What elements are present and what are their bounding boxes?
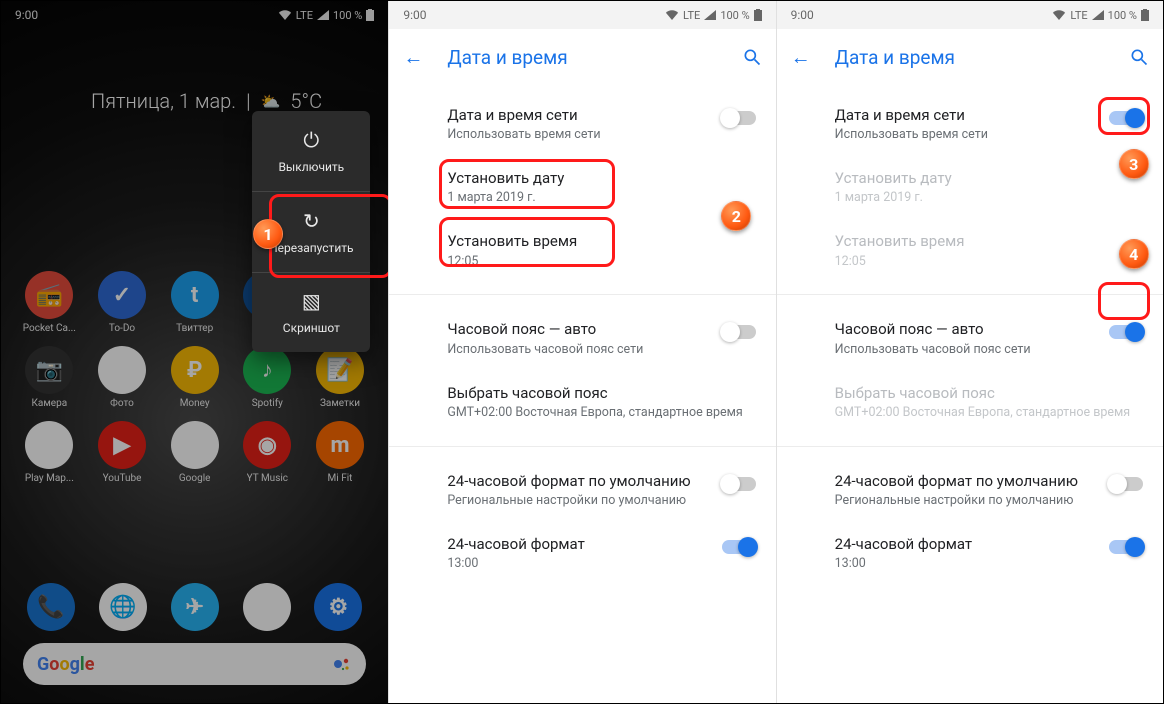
- row-pick-timezone[interactable]: Выбрать часовой пояс GMT+02:00 Восточная …: [389, 371, 775, 434]
- page-title: Дата и время: [447, 46, 717, 69]
- row-subtitle: Использовать часовой пояс сети: [835, 342, 1097, 359]
- badge-1: 1: [253, 219, 283, 249]
- row-title: Выбрать часовой пояс: [447, 383, 743, 403]
- battery-icon: [754, 9, 762, 21]
- signal-icon: [1092, 10, 1104, 20]
- status-bar: 9:00 LTE 100 %: [389, 1, 775, 29]
- screenshot-item[interactable]: ▧ Скриншот: [252, 272, 370, 352]
- battery-label: 100 %: [1108, 9, 1137, 22]
- back-button[interactable]: ←: [403, 45, 423, 70]
- back-button[interactable]: ←: [791, 45, 811, 70]
- page-title: Дата и время: [835, 46, 1105, 69]
- status-time: 9:00: [791, 8, 814, 22]
- signal-icon: [704, 10, 716, 20]
- battery-icon: [1141, 9, 1149, 21]
- row-24h-default[interactable]: 24-часовой формат по умолчанию Региональн…: [777, 459, 1163, 522]
- row-subtitle: GMT+02:00 Восточная Европа, стандартное …: [835, 405, 1131, 422]
- row-title: 24-часовой формат: [447, 534, 709, 554]
- wifi-icon: [665, 10, 679, 20]
- row-set-time[interactable]: Установить время 12:05: [389, 219, 775, 282]
- restart-label: Перезапустить: [269, 241, 353, 255]
- row-subtitle: Региональные настройки по умолчанию: [447, 493, 709, 510]
- power-off-label: Выключить: [278, 160, 344, 174]
- screenshot-label: Скриншот: [283, 321, 340, 335]
- row-24h-format[interactable]: 24-часовой формат 13:00: [777, 522, 1163, 585]
- row-subtitle: 12:05: [447, 254, 743, 271]
- row-title: 24-часовой формат по умолчанию: [447, 471, 709, 491]
- power-off-item[interactable]: ⏻ Выключить: [252, 111, 370, 191]
- row-title: Дата и время сети: [835, 105, 1097, 125]
- switch-24h-default[interactable]: [722, 477, 756, 491]
- row-title: Установить время: [447, 231, 743, 251]
- network-label: LTE: [1070, 9, 1087, 22]
- settings-header: ← Дата и время: [389, 29, 775, 85]
- badge-4: 4: [1119, 239, 1149, 269]
- row-subtitle: Использовать время сети: [447, 127, 709, 144]
- status-bar: 9:00 LTE 100 %: [777, 1, 1163, 29]
- row-subtitle: Использовать время сети: [835, 127, 1097, 144]
- row-title: 24-часовой формат по умолчанию: [835, 471, 1097, 491]
- row-set-date[interactable]: Установить дату 1 марта 2019 г.: [389, 156, 775, 219]
- row-subtitle: 1 марта 2019 г.: [835, 190, 1131, 207]
- row-set-date: Установить дату 1 марта 2019 г.: [777, 156, 1163, 219]
- settings-header: ← Дата и время: [777, 29, 1163, 85]
- switch-timezone-auto[interactable]: [722, 325, 756, 339]
- search-icon[interactable]: [1129, 47, 1149, 67]
- row-title: Установить дату: [447, 168, 743, 188]
- row-subtitle: Использовать часовой пояс сети: [447, 342, 709, 359]
- wifi-icon: [1052, 10, 1066, 20]
- row-title: Установить дату: [835, 168, 1131, 188]
- row-title: Установить время: [835, 231, 1131, 251]
- row-network-time[interactable]: Дата и время сети Использовать время сети: [777, 93, 1163, 156]
- row-pick-timezone: Выбрать часовой пояс GMT+02:00 Восточная …: [777, 371, 1163, 434]
- switch-timezone-auto[interactable]: [1109, 325, 1143, 339]
- row-24h-default[interactable]: 24-часовой формат по умолчанию Региональн…: [389, 459, 775, 522]
- row-title: Выбрать часовой пояс: [835, 383, 1131, 403]
- network-label: LTE: [683, 9, 700, 22]
- search-icon[interactable]: [742, 47, 762, 67]
- switch-24h-default[interactable]: [1109, 477, 1143, 491]
- switch-network-time[interactable]: [1109, 111, 1143, 125]
- restart-icon: ↻: [303, 209, 320, 233]
- phone-settings-before: 9:00 LTE 100 % ← Дата и время Дата и вре…: [388, 1, 775, 703]
- battery-label: 100 %: [720, 9, 749, 22]
- row-24h-format[interactable]: 24-часовой формат 13:00: [389, 522, 775, 585]
- row-subtitle: Региональные настройки по умолчанию: [835, 493, 1097, 510]
- power-icon: ⏻: [303, 128, 319, 152]
- row-subtitle: 13:00: [835, 556, 1097, 573]
- status-time: 9:00: [403, 8, 426, 22]
- row-title: Часовой пояс — авто: [447, 319, 709, 339]
- row-subtitle: 13:00: [447, 556, 709, 573]
- badge-3: 3: [1119, 149, 1149, 179]
- row-title: Часовой пояс — авто: [835, 319, 1097, 339]
- row-timezone-auto[interactable]: Часовой пояс — авто Использовать часовой …: [389, 307, 775, 370]
- row-network-time[interactable]: Дата и время сети Использовать время сети: [389, 93, 775, 156]
- row-timezone-auto[interactable]: Часовой пояс — авто Использовать часовой …: [777, 307, 1163, 370]
- dim-overlay: [1, 1, 388, 703]
- row-subtitle: GMT+02:00 Восточная Европа, стандартное …: [447, 405, 743, 422]
- switch-24h-format[interactable]: [722, 540, 756, 554]
- row-title: Дата и время сети: [447, 105, 709, 125]
- row-set-time: Установить время 12:05: [777, 219, 1163, 282]
- row-title: 24-часовой формат: [835, 534, 1097, 554]
- phone-home-screen: 9:00 LTE 100 % Пятница, 1 мар.: [1, 1, 388, 703]
- phone-settings-after: 9:00 LTE 100 % ← Дата и время Дата и вре…: [776, 1, 1163, 703]
- screenshot-icon: ▧: [302, 289, 321, 313]
- switch-network-time[interactable]: [722, 111, 756, 125]
- switch-24h-format[interactable]: [1109, 540, 1143, 554]
- row-subtitle: 1 марта 2019 г.: [447, 190, 743, 207]
- row-subtitle: 12:05: [835, 254, 1131, 271]
